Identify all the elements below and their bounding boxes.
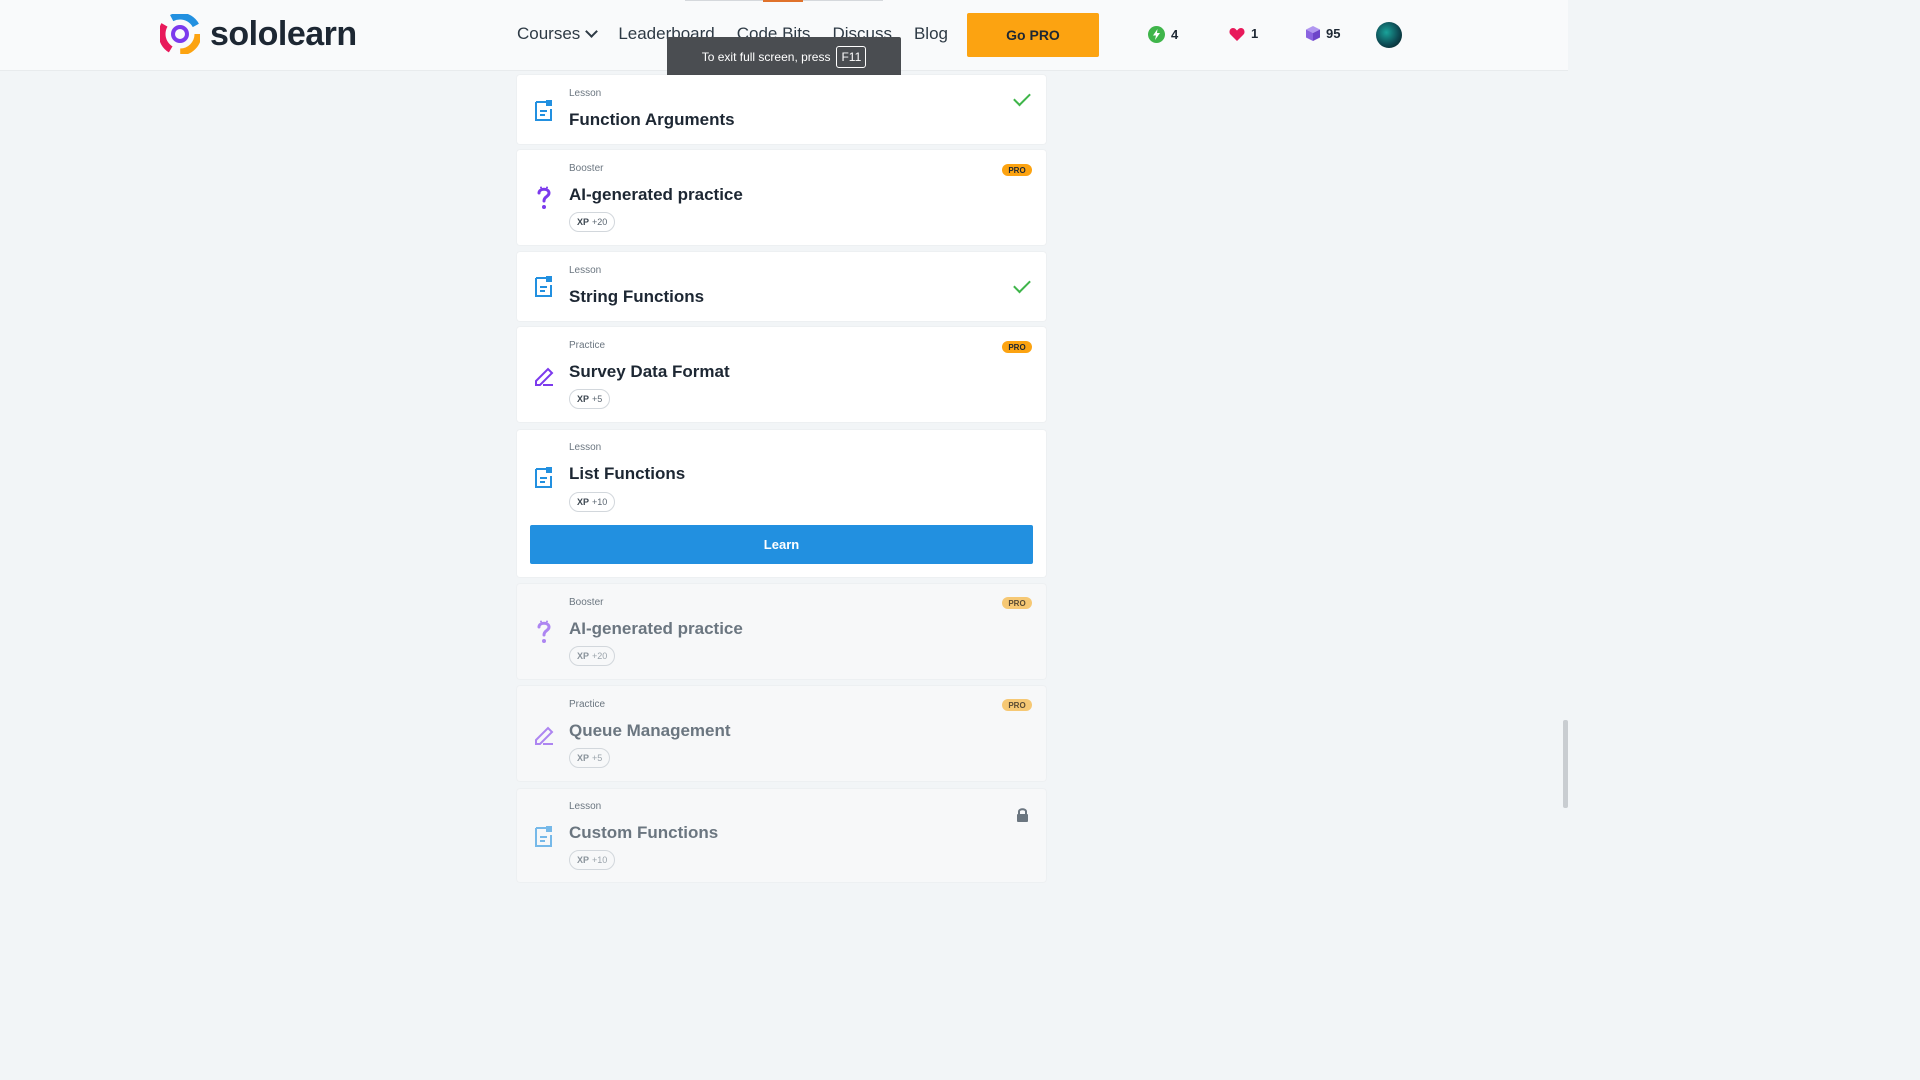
xp-label: XP — [577, 651, 590, 661]
chevron-down-icon — [585, 25, 599, 38]
xp-value: +10 — [592, 497, 608, 507]
xp-badge: XP +5 — [569, 748, 611, 768]
item-kind: Practice — [569, 340, 606, 351]
lesson-icon — [535, 276, 552, 297]
lesson-icon — [535, 467, 552, 488]
list-item[interactable]: Practice Queue Management XP +5 PRO — [517, 686, 1046, 781]
xp-badge: XP +20 — [569, 646, 616, 666]
nav-courses[interactable]: Courses — [517, 24, 599, 44]
list-item[interactable]: Lesson Function Arguments — [517, 75, 1046, 144]
sololearn-logo[interactable]: sololearn — [160, 14, 357, 54]
checkmark-icon — [1013, 88, 1031, 107]
item-kind: Lesson — [569, 265, 602, 276]
streak-count: 4 — [1171, 27, 1179, 42]
fullscreen-tooltip: To exit full screen, press F11 — [667, 37, 901, 77]
bits-counter[interactable]: 95 — [1306, 26, 1340, 41]
xp-value: +5 — [592, 394, 603, 404]
item-title: AI-generated practice — [569, 185, 743, 204]
xp-label: XP — [577, 753, 590, 763]
item-kind: Lesson — [569, 442, 602, 453]
item-title: String Functions — [569, 287, 705, 306]
item-kind: Practice — [569, 699, 606, 710]
xp-label: XP — [577, 217, 590, 227]
learn-button[interactable]: Learn — [530, 525, 1033, 564]
hearts-count: 1 — [1251, 26, 1259, 41]
question-icon — [537, 620, 551, 643]
xp-label: XP — [577, 855, 590, 865]
item-kind: Booster — [569, 597, 604, 608]
question-icon — [537, 186, 551, 209]
pro-badge: PRO — [1002, 699, 1032, 711]
item-kind: Lesson — [569, 88, 602, 99]
user-avatar[interactable] — [1376, 22, 1402, 48]
lightning-icon — [1148, 26, 1165, 43]
xp-badge: XP +10 — [569, 850, 616, 870]
item-title: List Functions — [569, 464, 686, 483]
pencil-icon — [535, 726, 554, 745]
xp-label: XP — [577, 497, 590, 507]
xp-badge: XP +5 — [569, 389, 611, 409]
list-item[interactable]: Booster AI-generated practice XP +20 PRO — [517, 150, 1046, 245]
checkmark-icon — [1013, 275, 1031, 294]
item-kind: Booster — [569, 163, 604, 174]
list-item[interactable]: Lesson String Functions — [517, 252, 1046, 321]
hearts-counter[interactable]: 1 — [1229, 26, 1258, 41]
xp-badge: XP +20 — [569, 212, 616, 232]
logo-text: sololearn — [210, 14, 357, 53]
go-pro-button[interactable]: Go PRO — [967, 13, 1099, 57]
item-title: Function Arguments — [569, 110, 735, 129]
item-title: Custom Functions — [569, 823, 719, 842]
item-title: Survey Data Format — [569, 362, 730, 381]
list-item[interactable]: Lesson List Functions XP +10 Learn — [517, 430, 1046, 577]
list-item[interactable]: Practice Survey Data Format XP +5 PRO — [517, 327, 1046, 422]
page-scrollbar[interactable] — [1563, 720, 1568, 808]
lock-icon — [1017, 808, 1028, 822]
pro-badge: PRO — [1002, 341, 1032, 353]
lesson-icon — [535, 826, 552, 847]
xp-value: +20 — [592, 651, 608, 661]
item-title: AI-generated practice — [569, 619, 743, 638]
streak-counter[interactable]: 4 — [1148, 26, 1178, 43]
lesson-icon — [535, 100, 552, 121]
item-kind: Lesson — [569, 801, 602, 812]
cube-icon — [1306, 26, 1320, 41]
nav-courses-label: Courses — [517, 24, 581, 43]
list-item[interactable]: Booster AI-generated practice XP +20 PRO — [517, 584, 1046, 679]
bits-count: 95 — [1326, 26, 1341, 41]
nav-blog[interactable]: Blog — [914, 24, 948, 44]
active-indicator — [763, 0, 803, 2]
xp-value: +20 — [592, 217, 608, 227]
item-title: Queue Management — [569, 721, 731, 740]
heart-icon — [1229, 27, 1245, 41]
list-item[interactable]: Lesson Custom Functions XP +10 — [517, 789, 1046, 882]
xp-value: +10 — [592, 855, 608, 865]
xp-value: +5 — [592, 753, 603, 763]
pro-badge: PRO — [1002, 597, 1032, 609]
pencil-icon — [535, 367, 554, 386]
xp-badge: XP +10 — [569, 492, 616, 512]
pro-badge: PRO — [1002, 164, 1032, 176]
tooltip-key: F11 — [836, 46, 867, 68]
tooltip-text: To exit full screen, press — [701, 50, 831, 64]
xp-label: XP — [577, 394, 590, 404]
sololearn-logo-icon — [160, 14, 200, 54]
